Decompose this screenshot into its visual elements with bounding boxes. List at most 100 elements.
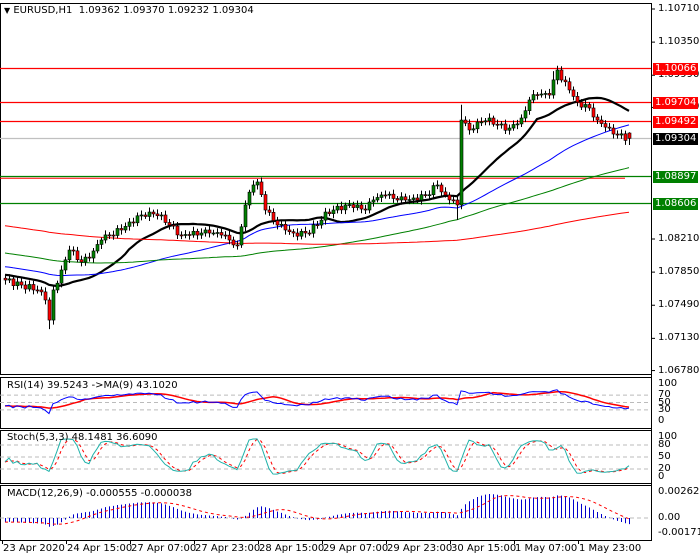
candle-body <box>223 234 228 237</box>
candle-body <box>343 204 348 211</box>
candle-body <box>131 221 136 224</box>
candle-body <box>51 289 56 321</box>
chart-window: ▼ EURUSD,H1 1.09362 1.09370 1.09232 1.09… <box>0 0 700 560</box>
candle-body <box>135 215 140 224</box>
candle-body <box>95 244 100 252</box>
candle-body <box>503 123 508 131</box>
candle-body <box>615 133 620 136</box>
rsi-ma-line <box>5 390 630 409</box>
candle-body <box>487 117 492 122</box>
candle-body <box>383 194 388 197</box>
candle-body <box>511 124 516 129</box>
candle-body <box>351 204 356 208</box>
candle-body <box>559 69 564 81</box>
candle-body <box>403 196 408 201</box>
candle-body <box>515 123 520 126</box>
candle-body <box>507 127 512 131</box>
candle-body <box>535 94 540 96</box>
candle-body <box>47 299 52 321</box>
x-tick-label: 1 May 07:00 <box>515 543 578 554</box>
candle-body <box>575 96 580 103</box>
candle-body <box>563 79 568 83</box>
candle-body <box>491 117 496 125</box>
y-tick-label: 1.07490 <box>658 299 700 311</box>
candle-body <box>123 226 128 231</box>
candle-body <box>87 256 92 259</box>
candle-body <box>543 93 548 95</box>
x-tick-label: 29 Apr 07:00 <box>323 543 389 554</box>
candle-body <box>567 81 572 91</box>
y-tick-label: 1.07850 <box>658 266 700 278</box>
candle-body <box>271 212 276 221</box>
price-level-tag: 1.10066 <box>653 62 698 75</box>
candle-body <box>371 199 376 203</box>
candle-body <box>475 121 480 130</box>
x-tick-label: 30 Apr 15:00 <box>451 543 517 554</box>
candle-body <box>531 94 536 101</box>
candle-body <box>527 99 532 111</box>
candle-body <box>187 234 192 236</box>
candle-body <box>163 214 168 223</box>
x-tick-label: 29 Apr 23:00 <box>387 543 453 554</box>
ma-line-MA20 <box>4 96 630 288</box>
candle-body <box>11 278 16 287</box>
candle-body <box>107 234 112 237</box>
candle-body <box>303 231 308 234</box>
candle-body <box>171 224 176 227</box>
chart-header: ▼ EURUSD,H1 1.09362 1.09370 1.09232 1.09… <box>4 5 254 16</box>
stoch-tick-label: 80 <box>658 439 671 450</box>
candle-body <box>467 122 472 131</box>
candle-body <box>251 184 256 193</box>
candle-body <box>523 110 528 119</box>
candle-body <box>603 123 608 128</box>
candle-body <box>215 232 220 234</box>
candle-body <box>595 116 600 121</box>
macd-tick-label: 0.00 <box>658 512 681 523</box>
candle-body <box>627 132 632 139</box>
candle-body <box>23 284 28 290</box>
candle-body <box>255 181 260 186</box>
candle-body <box>259 181 264 195</box>
candle-body <box>399 196 404 201</box>
candle-body <box>539 93 544 96</box>
macd-tick-label: -0.001716 <box>658 527 700 538</box>
candle-body <box>319 219 324 226</box>
rsi-tick-label: 100 <box>658 378 678 389</box>
candle-body <box>327 211 332 214</box>
macd-title: MACD(12,26,9) -0.000555 -0.000038 <box>7 488 192 499</box>
x-tick-label: 27 Apr 07:00 <box>131 543 197 554</box>
price-level-tag: 1.09492 <box>653 115 698 128</box>
candle-body <box>15 281 20 287</box>
x-tick-label: 27 Apr 23:00 <box>195 543 261 554</box>
candle-body <box>347 204 352 206</box>
candle-body <box>519 117 524 125</box>
candle-body <box>379 194 384 198</box>
candle-body <box>199 232 204 236</box>
candle-body <box>143 214 148 217</box>
candle-body <box>55 282 60 291</box>
candle-body <box>231 239 236 246</box>
candle-body <box>227 234 232 241</box>
candle-body <box>7 278 12 281</box>
candle-body <box>459 119 464 206</box>
candle-body <box>239 226 244 246</box>
candle-body <box>115 228 120 236</box>
candle-body <box>247 191 252 206</box>
candle-body <box>287 229 292 233</box>
ma-line-MA50 <box>4 124 630 276</box>
candle-body <box>367 201 372 211</box>
candle-body <box>447 194 452 201</box>
candle-body <box>363 208 368 211</box>
chart-canvas[interactable] <box>0 0 700 560</box>
candle-body <box>611 127 616 135</box>
candle-body <box>423 194 428 196</box>
candle-body <box>599 119 604 124</box>
candle-body <box>387 193 392 196</box>
candle-body <box>499 123 504 126</box>
chart-menu-arrow-icon[interactable]: ▼ <box>4 6 10 15</box>
candle-body <box>427 194 432 197</box>
y-tick-label: 1.10350 <box>658 36 700 48</box>
candle-body <box>323 211 328 221</box>
candle-body <box>391 193 396 199</box>
candle-body <box>195 230 200 236</box>
